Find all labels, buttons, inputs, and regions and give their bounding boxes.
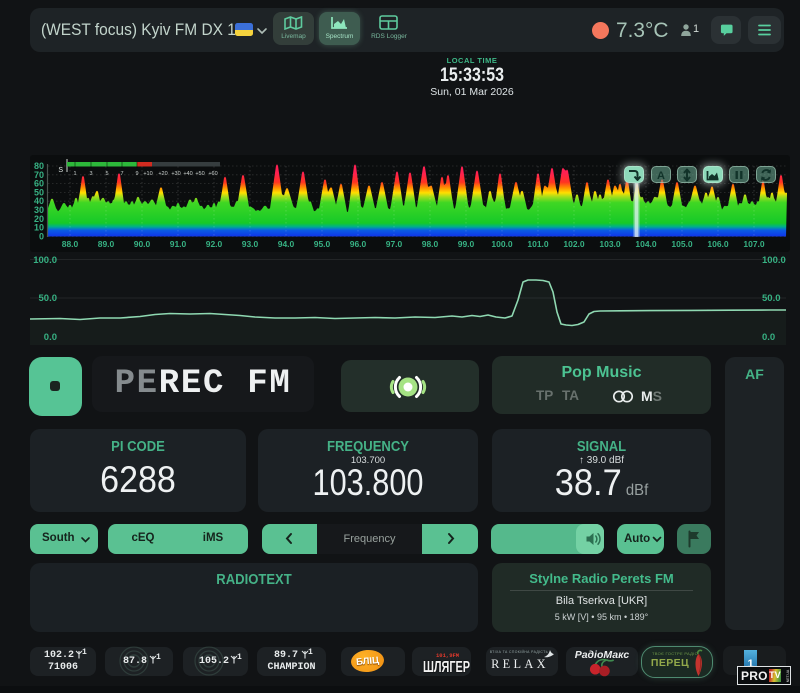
svg-text:100.0: 100.0 (33, 255, 57, 266)
svg-text:100.0: 100.0 (762, 255, 786, 266)
svg-text:0.0: 0.0 (762, 332, 775, 343)
svg-text:50.0: 50.0 (762, 293, 781, 304)
svg-text:50.0: 50.0 (39, 293, 58, 304)
svg-text:0.0: 0.0 (44, 332, 57, 343)
